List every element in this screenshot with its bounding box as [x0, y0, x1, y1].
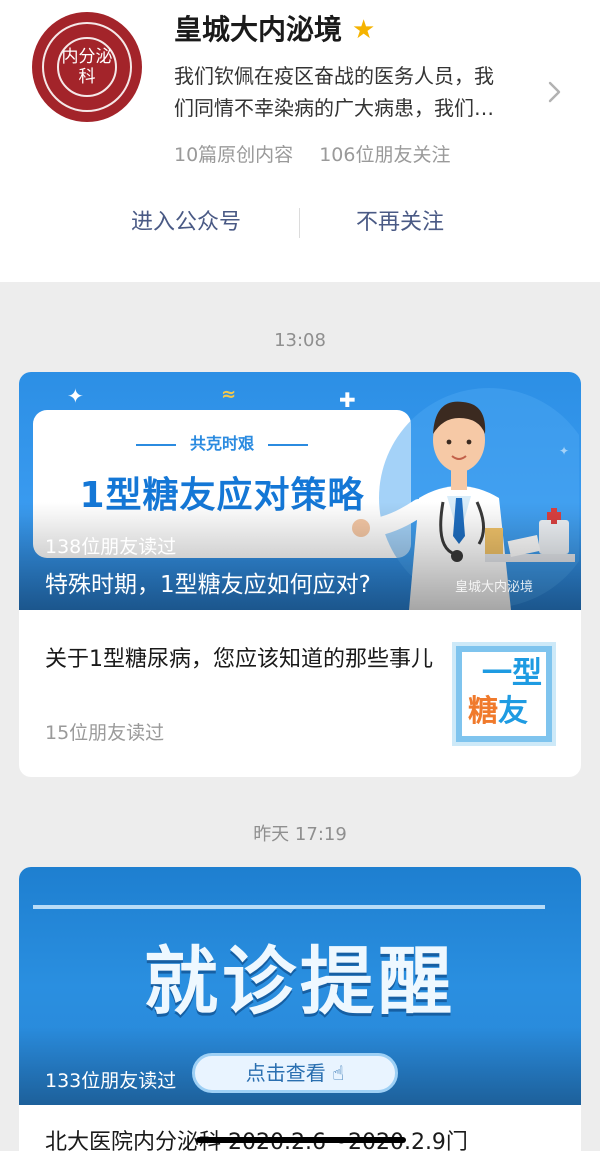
featured-article[interactable]: 就诊提醒 点击查看 ☝ 133位朋友读过 [19, 867, 581, 1105]
thumb-text-line-1: 一型 [482, 656, 542, 691]
action-buttons: 进入公众号 不再关注 [0, 196, 600, 250]
follower-count: 106位朋友关注 [319, 144, 451, 166]
cover-heading: 就诊提醒 [144, 939, 456, 1025]
featured-read-count: 133位朋友读过 [45, 1070, 177, 1092]
timestamp: 昨天 17:19 [253, 824, 347, 845]
account-title-row: 皇城大内泌境 ★ [174, 10, 375, 50]
timestamp: 13:08 [274, 330, 326, 351]
featured-article[interactable]: ✦ ≈ ✚ ✦ 共克时艰 1型糖友应对策略 [19, 372, 581, 610]
home-indicator[interactable] [196, 1137, 406, 1143]
account-description[interactable]: 我们钦佩在疫区奋战的医务人员，我 们同情不幸染病的广大病患，我们… [174, 60, 544, 124]
original-count: 10篇原创内容 [174, 144, 294, 166]
article-card: ✦ ≈ ✚ ✦ 共克时艰 1型糖友应对策略 [19, 372, 581, 777]
wave-icon: ≈ [221, 384, 237, 405]
logo-text: 内分泌科 [57, 37, 117, 97]
account-stats: 10篇原创内容 106位朋友关注 [174, 140, 450, 170]
watermark-text: 皇城大内泌境 [455, 580, 534, 595]
account-header: 内分泌科 皇城大内泌境 ★ 我们钦佩在疫区奋战的医务人员，我 们同情不幸染病的广… [0, 0, 600, 282]
button-divider [299, 208, 300, 238]
description-line-1: 我们钦佩在疫区奋战的医务人员，我 [174, 64, 494, 88]
account-logo[interactable]: 内分泌科 [32, 12, 142, 122]
featured-read-count: 138位朋友读过 [45, 536, 177, 558]
enter-account-button[interactable]: 进入公众号 [100, 196, 272, 250]
hand-pointer-icon: ☝ [332, 1061, 345, 1085]
featured-article-title: 特殊时期，1型糖友应如何应对? [45, 572, 371, 598]
account-title: 皇城大内泌境 [174, 13, 343, 46]
star-icon: ★ [352, 15, 376, 45]
thumb-text-line-2: 糖友 [468, 694, 528, 729]
article-read-count: 15位朋友读过 [45, 722, 165, 744]
article-title[interactable]: 关于1型糖尿病，您应该知道的那些事儿 [45, 642, 435, 678]
chevron-right-icon[interactable] [547, 80, 563, 104]
view-pill-button: 点击查看 ☝ [192, 1053, 398, 1093]
article-thumbnail[interactable]: 一型 糖友 [452, 642, 556, 746]
article-card: 就诊提醒 点击查看 ☝ 133位朋友读过 北大医院内分泌科 2020.2.6～2… [19, 867, 581, 1151]
unfollow-button[interactable]: 不再关注 [314, 196, 486, 250]
sparkle-icon: ✦ [67, 384, 84, 408]
description-line-2: 们同情不幸染病的广大病患，我们… [174, 96, 494, 120]
